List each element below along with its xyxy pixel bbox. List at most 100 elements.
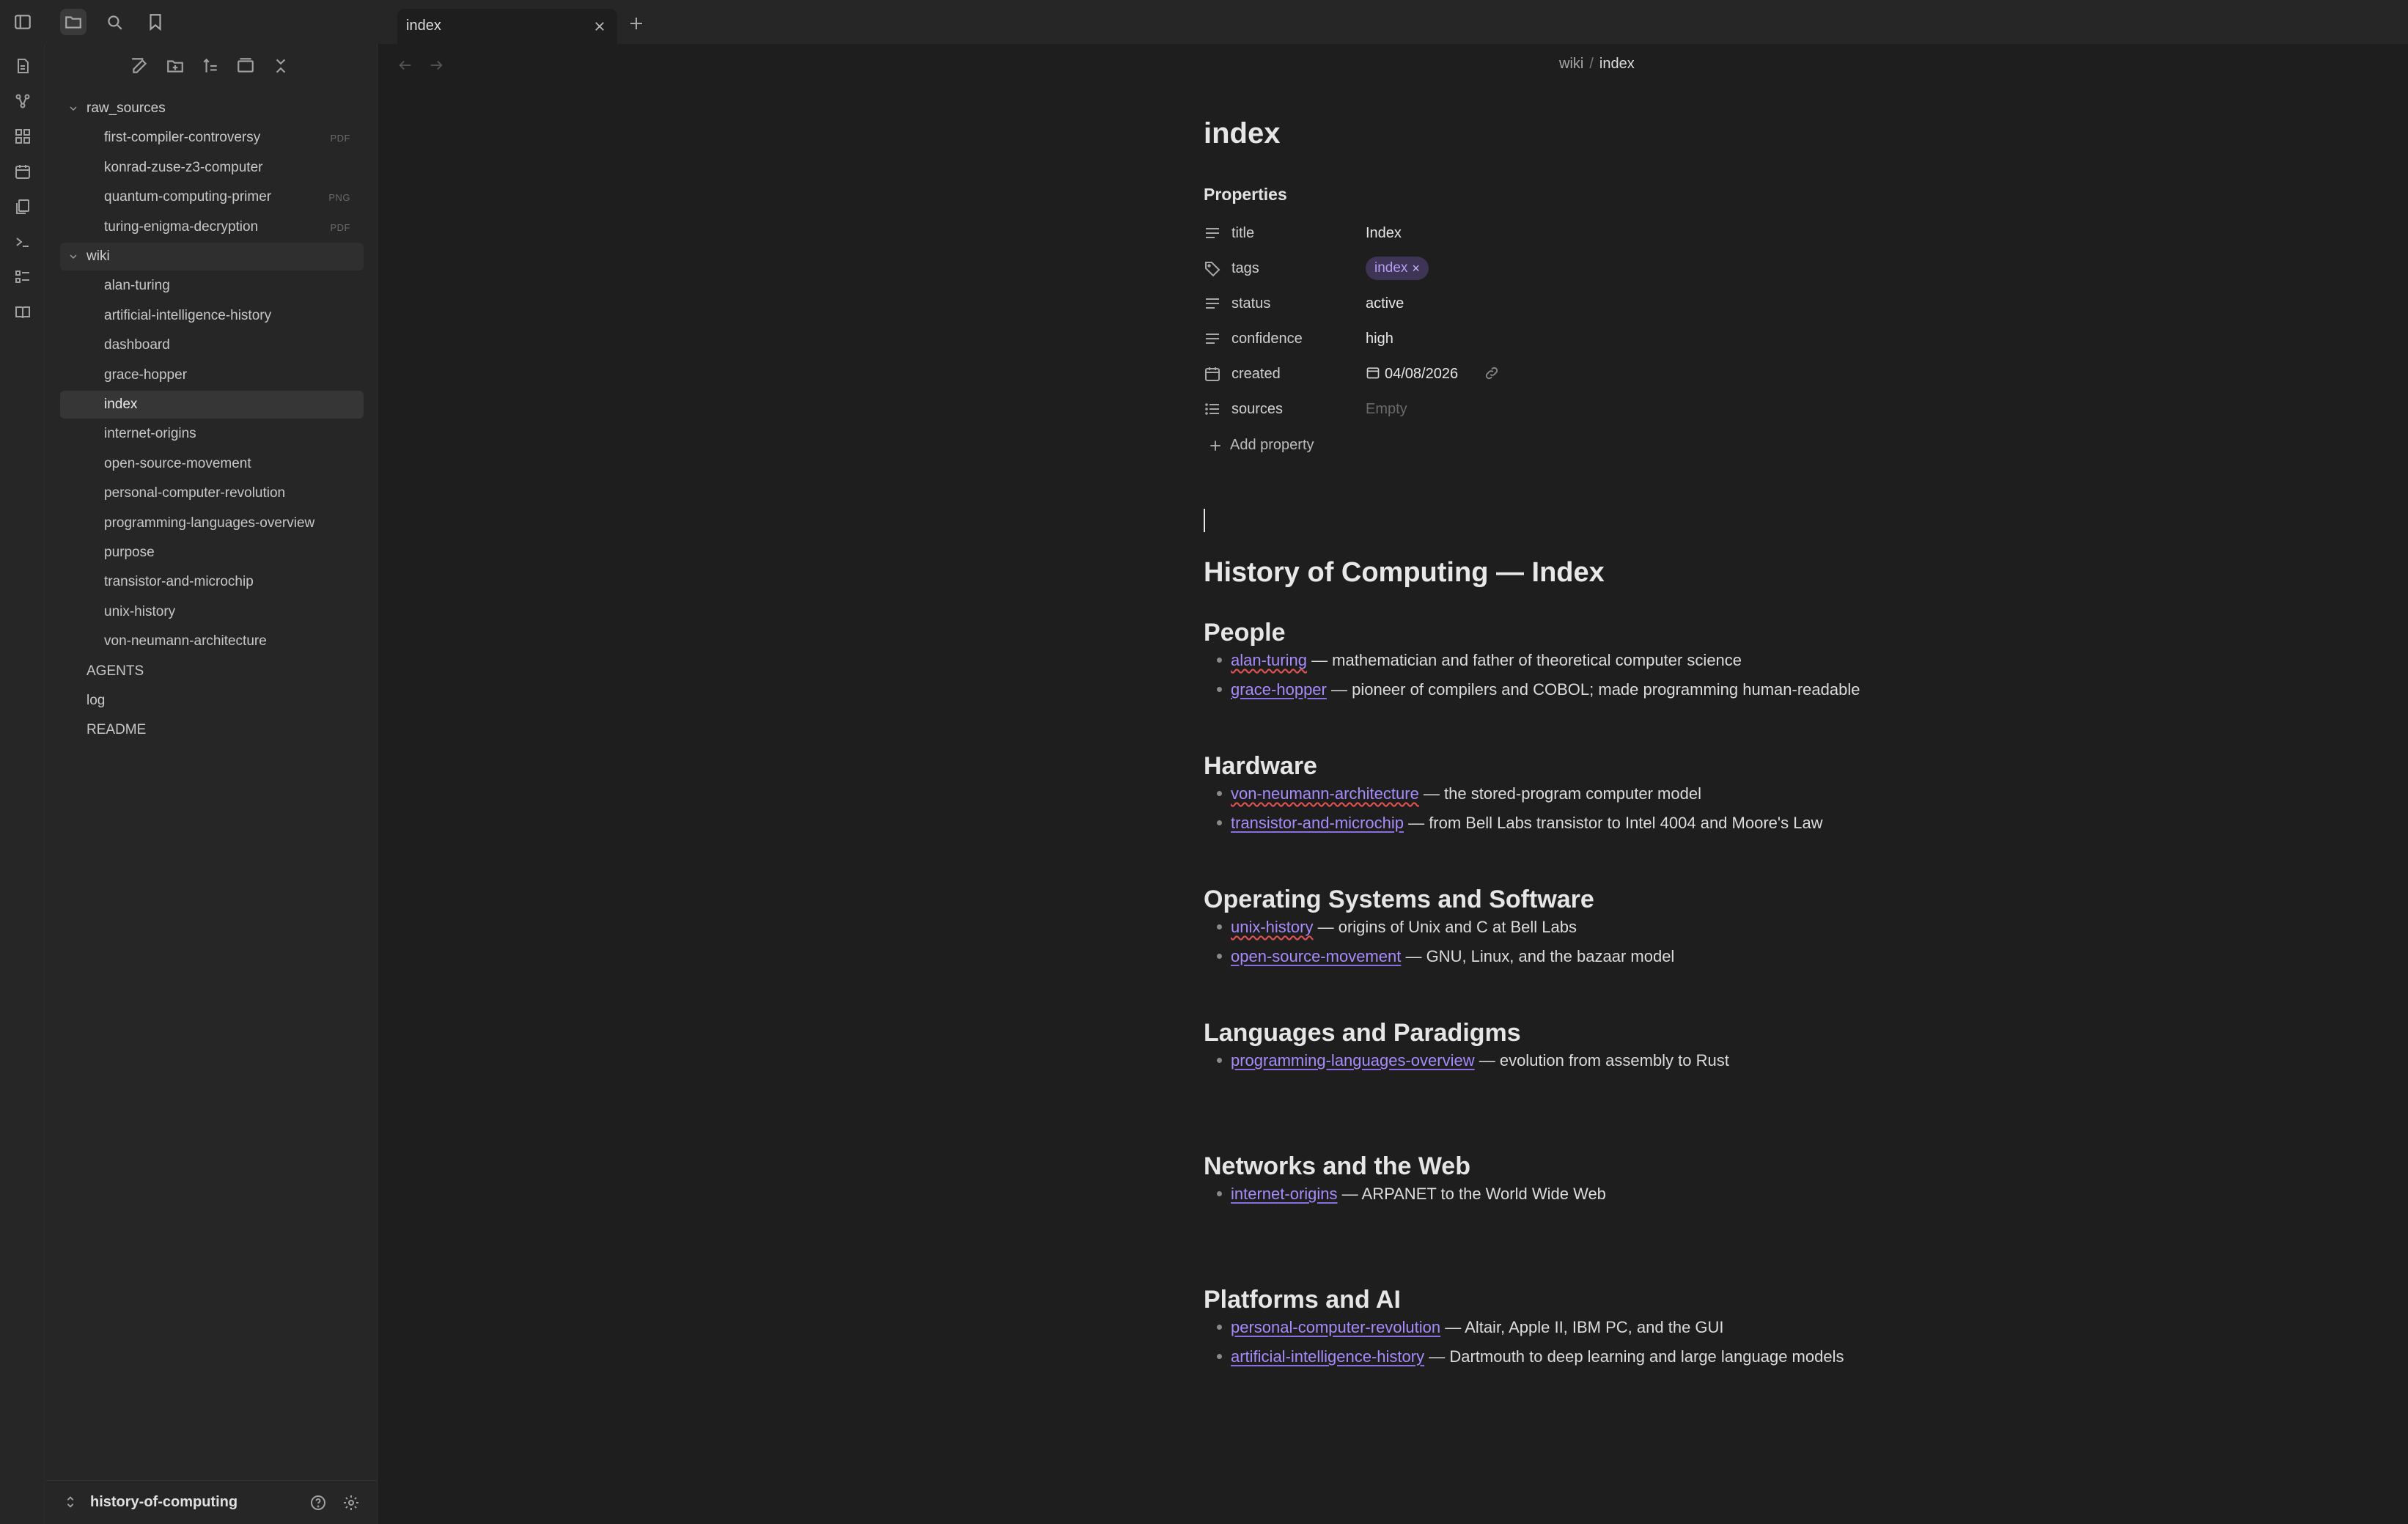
internal-link[interactable]: personal-computer-revolution — [1231, 1318, 1440, 1336]
file-von-neumann-architecture[interactable]: von-neumann-architecture — [60, 627, 364, 655]
file-README[interactable]: README — [60, 716, 364, 744]
vault-switcher-icon[interactable] — [62, 1494, 80, 1512]
file-konrad-zuse-z3-computer[interactable]: konrad-zuse-z3-computer — [60, 154, 364, 182]
file-personal-computer-revolution[interactable]: personal-computer-revolution — [60, 479, 364, 507]
forward-arrow-icon[interactable] — [425, 54, 447, 76]
property-status[interactable]: status active — [1204, 289, 1863, 318]
property-value[interactable]: active — [1366, 295, 1404, 312]
section-heading[interactable]: Networks and the Web — [1204, 1152, 1470, 1181]
internal-link[interactable]: internet-origins — [1231, 1185, 1338, 1203]
property-key[interactable]: confidence — [1231, 331, 1303, 347]
file-index[interactable]: index — [60, 391, 364, 419]
property-key[interactable]: tags — [1231, 260, 1259, 277]
date-picker-icon[interactable] — [1366, 365, 1380, 380]
internal-link[interactable]: open-source-movement — [1231, 947, 1401, 965]
property-title[interactable]: title Index — [1204, 218, 1863, 248]
property-tags[interactable]: tags index × — [1204, 254, 1863, 283]
note-title[interactable]: index — [1204, 117, 1280, 150]
section-heading[interactable]: People — [1204, 619, 1285, 647]
book-icon[interactable] — [10, 299, 36, 325]
internal-link[interactable]: transistor-and-microchip — [1231, 814, 1404, 832]
file-AGENTS[interactable]: AGENTS — [60, 658, 364, 685]
file-dashboard[interactable]: dashboard — [60, 331, 364, 359]
internal-link[interactable]: programming-languages-overview — [1231, 1051, 1475, 1070]
file-explorer-icon[interactable] — [60, 9, 86, 35]
list-view-icon[interactable] — [10, 264, 36, 290]
search-icon[interactable] — [101, 9, 128, 35]
file-log[interactable]: log — [60, 687, 364, 715]
breadcrumb-current[interactable]: index — [1599, 56, 1635, 72]
new-note-icon[interactable] — [127, 53, 153, 79]
internal-link[interactable]: von-neumann-architecture — [1231, 784, 1419, 803]
file-first-compiler-controversy[interactable]: first-compiler-controversy PDF — [60, 124, 364, 152]
property-key[interactable]: created — [1231, 366, 1281, 383]
section-heading[interactable]: Platforms and AI — [1204, 1286, 1401, 1314]
auto-reveal-icon[interactable] — [232, 53, 259, 79]
list-item[interactable]: von-neumann-architecture — the stored-pr… — [1217, 784, 1701, 806]
file-turing-enigma-decryption[interactable]: turing-enigma-decryption PDF — [60, 213, 364, 241]
section-heading[interactable]: Operating Systems and Software — [1204, 886, 1594, 914]
graph-view-icon[interactable] — [10, 88, 36, 114]
file-transistor-and-microchip[interactable]: transistor-and-microchip — [60, 568, 364, 596]
list-item[interactable]: grace-hopper — pioneer of compilers and … — [1217, 680, 1860, 702]
property-sources[interactable]: sources Empty — [1204, 394, 1863, 424]
document-heading[interactable]: History of Computing — Index — [1204, 557, 1605, 589]
internal-link[interactable]: artificial-intelligence-history — [1231, 1347, 1424, 1366]
help-icon[interactable] — [306, 1491, 330, 1514]
property-key[interactable]: status — [1231, 295, 1270, 312]
list-item[interactable]: programming-languages-overview — evoluti… — [1217, 1051, 1729, 1073]
collapse-all-icon[interactable] — [268, 53, 294, 79]
folder-raw_sources[interactable]: raw_sources — [60, 95, 364, 122]
property-value[interactable]: high — [1366, 331, 1393, 347]
file-alan-turing[interactable]: alan-turing — [60, 272, 364, 300]
property-confidence[interactable]: confidence high — [1204, 324, 1863, 353]
list-item[interactable]: open-source-movement — GNU, Linux, and t… — [1217, 947, 1674, 969]
chevron-down-icon[interactable] — [66, 101, 81, 116]
section-heading[interactable]: Languages and Paradigms — [1204, 1019, 1521, 1048]
list-item[interactable]: internet-origins — ARPANET to the World … — [1217, 1185, 1606, 1207]
internal-link[interactable]: alan-turing — [1231, 651, 1307, 669]
list-item[interactable]: artificial-intelligence-history — Dartmo… — [1217, 1347, 1844, 1369]
tag-pill[interactable]: index × — [1366, 257, 1429, 280]
bookmark-icon[interactable] — [142, 9, 169, 35]
tab-index[interactable]: index — [397, 9, 617, 44]
calendar-icon[interactable] — [10, 158, 36, 185]
close-icon[interactable] — [589, 16, 610, 37]
list-item[interactable]: unix-history — origins of Unix and C at … — [1217, 918, 1577, 940]
file-internet-origins[interactable]: internet-origins — [60, 420, 364, 448]
terminal-icon[interactable] — [10, 229, 36, 255]
file-unix-history[interactable]: unix-history — [60, 598, 364, 626]
file-open-source-movement[interactable]: open-source-movement — [60, 450, 364, 478]
property-value[interactable]: Index — [1366, 225, 1402, 242]
breadcrumb-parent[interactable]: wiki — [1559, 56, 1583, 72]
property-value[interactable]: Empty — [1366, 401, 1407, 418]
file-programming-languages-overview[interactable]: programming-languages-overview — [60, 509, 364, 537]
new-folder-icon[interactable] — [162, 53, 188, 79]
add-property-button[interactable]: Add property — [1208, 437, 1314, 454]
settings-gear-icon[interactable] — [339, 1491, 363, 1514]
list-item[interactable]: alan-turing — mathematician and father o… — [1217, 651, 1742, 673]
list-item[interactable]: transistor-and-microchip — from Bell Lab… — [1217, 814, 1823, 836]
remove-tag-icon[interactable]: × — [1412, 261, 1420, 276]
file-quantum-computing-primer[interactable]: quantum-computing-primer PNG — [60, 183, 364, 211]
templates-icon[interactable] — [10, 194, 36, 220]
file-artificial-intelligence-history[interactable]: artificial-intelligence-history — [60, 302, 364, 330]
section-heading[interactable]: Hardware — [1204, 752, 1317, 781]
chevron-down-icon[interactable] — [66, 249, 81, 264]
properties-heading[interactable]: Properties — [1204, 185, 1287, 205]
back-arrow-icon[interactable] — [394, 54, 416, 76]
vault-name[interactable]: history-of-computing — [90, 1494, 238, 1511]
file-grace-hopper[interactable]: grace-hopper — [60, 361, 364, 389]
sort-icon[interactable] — [197, 53, 224, 79]
internal-link[interactable]: unix-history — [1231, 918, 1313, 936]
list-item[interactable]: personal-computer-revolution — Altair, A… — [1217, 1318, 1724, 1340]
file-purpose[interactable]: purpose — [60, 539, 364, 567]
open-daily-note-icon[interactable] — [10, 53, 36, 79]
property-key[interactable]: title — [1231, 225, 1254, 242]
property-value[interactable]: 04/08/2026 — [1385, 366, 1458, 383]
link-icon[interactable] — [1484, 365, 1500, 381]
new-tab-icon[interactable] — [625, 12, 648, 35]
property-key[interactable]: sources — [1231, 401, 1283, 418]
property-created[interactable]: created 04/08/2026 — [1204, 359, 1863, 389]
sidebar-toggle-icon[interactable] — [10, 9, 36, 35]
